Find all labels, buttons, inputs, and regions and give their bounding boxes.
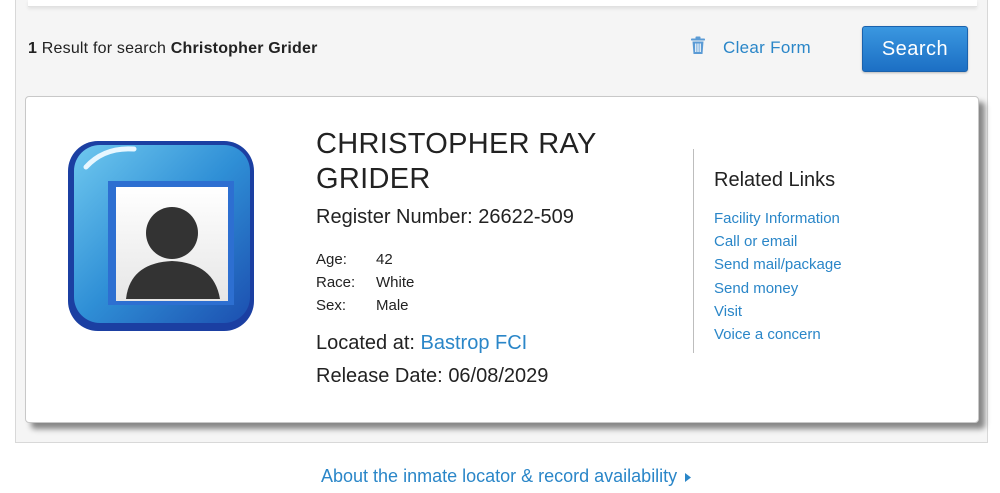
related-link-facility-information[interactable]: Facility Information: [714, 207, 842, 230]
fact-row-sex: Sex: Male: [316, 297, 414, 320]
inmate-result-card: CHRISTOPHER RAY GRIDER Register Number: …: [25, 96, 979, 423]
fact-value: Male: [376, 297, 409, 314]
fact-value: 42: [376, 251, 393, 268]
register-label: Register Number:: [316, 206, 473, 228]
related-links-title: Related Links: [714, 169, 836, 191]
search-form-bottom-edge: [28, 0, 977, 7]
located-label: Located at:: [316, 332, 415, 354]
inmate-facts: Age: 42 Race: White Sex: Male: [316, 251, 414, 320]
vertical-divider: [693, 149, 694, 353]
facility-link[interactable]: Bastrop FCI: [421, 332, 528, 354]
fact-label: Sex:: [316, 297, 347, 314]
release-date-line: Release Date: 06/08/2029: [316, 365, 548, 388]
clear-form-button[interactable]: Clear Form: [690, 36, 811, 60]
clear-form-label: Clear Form: [723, 38, 812, 57]
release-label: Release Date:: [316, 365, 443, 387]
release-date: 06/08/2029: [448, 365, 549, 387]
about-link-label: About the inmate locator & record availa…: [321, 466, 678, 486]
related-link-call-or-email[interactable]: Call or email: [714, 230, 842, 253]
fact-label: Race:: [316, 274, 356, 291]
register-number: 26622-509: [478, 206, 574, 228]
trash-icon: [690, 36, 706, 60]
related-link-send-mail-package[interactable]: Send mail/package: [714, 253, 842, 276]
results-text: Result for search: [41, 40, 167, 57]
about-inmate-locator-link[interactable]: About the inmate locator & record availa…: [321, 466, 692, 487]
related-link-send-money[interactable]: Send money: [714, 277, 842, 300]
results-summary: 1 Result for search Christopher Grider: [28, 40, 318, 58]
results-count: 1: [28, 40, 38, 57]
related-links: Related Links Facility Information Call …: [714, 169, 842, 346]
fact-row-age: Age: 42: [316, 251, 414, 274]
inmate-name: CHRISTOPHER RAY GRIDER: [316, 128, 597, 195]
caret-right-icon: [685, 466, 692, 487]
search-button[interactable]: Search: [862, 26, 968, 72]
results-query: Christopher Grider: [170, 40, 318, 57]
fact-label: Age:: [316, 251, 347, 268]
profile-placeholder-icon: [64, 135, 260, 335]
related-link-voice-a-concern[interactable]: Voice a concern: [714, 323, 842, 346]
related-link-visit[interactable]: Visit: [714, 300, 842, 323]
register-number-line: Register Number: 26622-509: [316, 206, 574, 229]
fact-row-race: Race: White: [316, 274, 414, 297]
located-at-line: Located at: Bastrop FCI: [316, 332, 527, 355]
fact-value: White: [376, 274, 415, 291]
